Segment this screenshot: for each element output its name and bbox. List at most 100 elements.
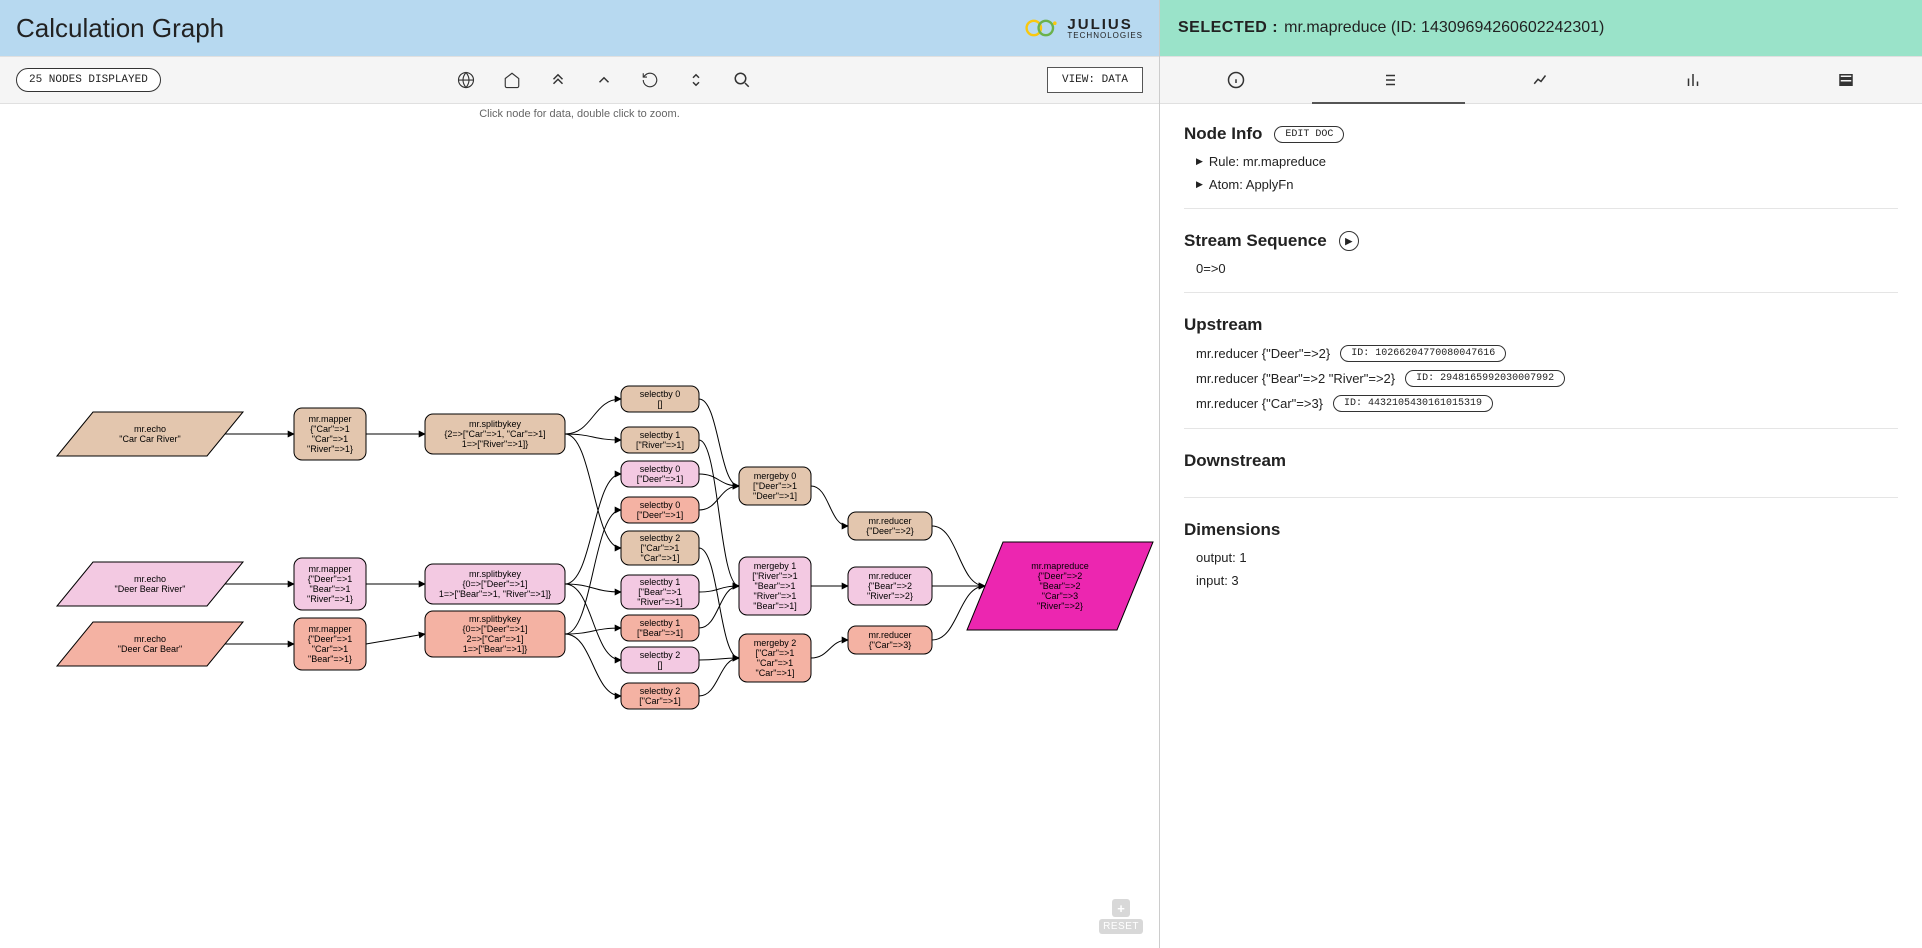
node-mapper-2[interactable]: mr.mapper{"Deer"=>1"Car"=>1"Bear"=>1}: [294, 618, 366, 670]
double-chevron-up-icon[interactable]: [549, 71, 567, 89]
node-select-4[interactable]: selectby 2["Car"=>1"Car"=>1]: [621, 531, 699, 565]
svg-text:mr.splitbykey: mr.splitbykey: [469, 614, 522, 624]
rule-row[interactable]: Rule: mr.mapreduce: [1196, 154, 1898, 169]
node-select-0[interactable]: selectby 0[]: [621, 386, 699, 412]
svg-text:"Car"=>1: "Car"=>1: [312, 644, 348, 654]
node-split-2[interactable]: mr.splitbykey{0=>["Deer"=>1]2=>["Car"=>1…: [425, 611, 565, 657]
svg-text:{"Deer"=>2}: {"Deer"=>2}: [866, 526, 913, 536]
node-merge-0[interactable]: mergeby 0["Deer"=>1"Deer"=>1]: [739, 467, 811, 505]
svg-text:"Bear"=>2: "Bear"=>2: [1040, 581, 1081, 591]
svg-text:["Car"=>1]: ["Car"=>1]: [639, 696, 680, 706]
svg-text:1=>["River"=>1]}: 1=>["River"=>1]}: [462, 439, 528, 449]
upstream-label: mr.reducer {"Deer"=>2}: [1196, 346, 1330, 361]
line-chart-icon: [1532, 71, 1550, 89]
node-echo-2[interactable]: mr.echo"Deer Car Bear": [57, 622, 243, 666]
node-reducer-2[interactable]: mr.reducer{"Car"=>3}: [848, 626, 932, 654]
svg-text:mr.reducer: mr.reducer: [868, 516, 911, 526]
svg-text:"River"=>1: "River"=>1: [754, 591, 797, 601]
svg-text:"River"=>2}: "River"=>2}: [1037, 601, 1083, 611]
node-mapper-1[interactable]: mr.mapper{"Deer"=>1"Bear"=>1"River"=>1}: [294, 558, 366, 610]
svg-text:["Deer"=>1: ["Deer"=>1: [753, 481, 797, 491]
tab-bar[interactable]: [1617, 57, 1769, 103]
svg-text:"River"=>2}: "River"=>2}: [867, 591, 913, 601]
globe-icon[interactable]: [457, 71, 475, 89]
logo-text-sub: TECHNOLOGIES: [1067, 32, 1143, 40]
svg-text:selectby 0: selectby 0: [640, 389, 681, 399]
svg-text:mergeby 2: mergeby 2: [754, 638, 797, 648]
svg-text:"Car"=>3: "Car"=>3: [1042, 591, 1078, 601]
play-button[interactable]: ▶: [1339, 231, 1359, 251]
node-mapreduce-final[interactable]: mr.mapreduce{"Deer"=>2"Bear"=>2"Car"=>3"…: [967, 542, 1153, 630]
svg-text:selectby 1: selectby 1: [640, 577, 681, 587]
node-merge-2[interactable]: mergeby 2["Car"=>1"Car"=>1"Car"=>1]: [739, 634, 811, 682]
svg-text:mr.reducer: mr.reducer: [868, 630, 911, 640]
svg-text:{"Deer"=>1: {"Deer"=>1: [308, 634, 352, 644]
node-reducer-1[interactable]: mr.reducer{"Bear"=>2"River"=>2}: [848, 567, 932, 605]
svg-text:"Car"=>1: "Car"=>1: [312, 434, 348, 444]
node-echo-0[interactable]: mr.echo"Car Car River": [57, 412, 243, 456]
node-select-7[interactable]: selectby 2[]: [621, 647, 699, 673]
dim-output: output: 1: [1196, 550, 1898, 565]
search-icon[interactable]: [733, 71, 751, 89]
logo-icon: [1023, 17, 1059, 39]
svg-text:{"Car"=>3}: {"Car"=>3}: [869, 640, 911, 650]
reset-button[interactable]: RESET: [1099, 919, 1143, 934]
svg-text:selectby 0: selectby 0: [640, 500, 681, 510]
svg-text:"Bear"=>1]: "Bear"=>1]: [753, 601, 796, 611]
svg-text:["River"=>1: ["River"=>1: [752, 571, 797, 581]
updown-icon[interactable]: [687, 71, 705, 89]
stream-value: 0=>0: [1196, 261, 1898, 276]
node-select-8[interactable]: selectby 2["Car"=>1]: [621, 683, 699, 709]
downstream-title: Downstream: [1184, 451, 1286, 471]
upstream-id-pill[interactable]: ID: 10266204770080047616: [1340, 345, 1506, 362]
svg-text:selectby 1: selectby 1: [640, 430, 681, 440]
node-select-3[interactable]: selectby 0["Deer"=>1]: [621, 497, 699, 523]
svg-text:{0=>["Deer"=>1]: {0=>["Deer"=>1]: [463, 624, 528, 634]
svg-text:mergeby 1: mergeby 1: [754, 561, 797, 571]
node-select-6[interactable]: selectby 1["Bear"=>1]: [621, 615, 699, 641]
dimensions-panel: Dimensions output: 1 input: 3: [1184, 520, 1898, 604]
node-merge-1[interactable]: mergeby 1["River"=>1"Bear"=>1"River"=>1"…: [739, 557, 811, 615]
node-split-0[interactable]: mr.splitbykey{2=>["Car"=>1, "Car"=>1]1=>…: [425, 414, 565, 454]
graph-canvas[interactable]: mr.echo"Car Car River" mr.echo"Deer Bear …: [0, 124, 1159, 948]
node-mapper-0[interactable]: mr.mapper{"Car"=>1"Car"=>1"River"=>1}: [294, 408, 366, 460]
svg-text:"Car Car River": "Car Car River": [119, 434, 180, 444]
stream-panel: Stream Sequence ▶ 0=>0: [1184, 231, 1898, 293]
left-header: Calculation Graph JULIUS TECHNOLOGIES: [0, 0, 1159, 56]
svg-text:1=>["Bear"=>1]}: 1=>["Bear"=>1]}: [463, 644, 527, 654]
svg-text:"Bear"=>1: "Bear"=>1: [755, 581, 796, 591]
svg-text:"Car"=>1]: "Car"=>1]: [641, 553, 680, 563]
svg-text:["Bear"=>1]: ["Bear"=>1]: [637, 628, 683, 638]
tab-chart[interactable]: [1465, 57, 1617, 103]
node-info-title: Node Info: [1184, 124, 1262, 144]
atom-row[interactable]: Atom: ApplyFn: [1196, 177, 1898, 192]
upstream-id-pill[interactable]: ID: 2948165992030007992: [1405, 370, 1565, 387]
node-select-1[interactable]: selectby 1["River"=>1]: [621, 427, 699, 453]
svg-text:["Car"=>1: ["Car"=>1: [641, 543, 680, 553]
tab-rows[interactable]: [1770, 57, 1922, 103]
refresh-icon[interactable]: [641, 71, 659, 89]
tab-list[interactable]: [1312, 57, 1464, 103]
node-reducer-0[interactable]: mr.reducer{"Deer"=>2}: [848, 512, 932, 540]
home-icon[interactable]: [503, 71, 521, 89]
upstream-id-pill[interactable]: ID: 4432105430161015319: [1333, 395, 1493, 412]
svg-text:2=>["Car"=>1]: 2=>["Car"=>1]: [467, 634, 524, 644]
selected-value: mr.mapreduce (ID: 14309694260602242301): [1284, 19, 1604, 37]
chevron-up-icon[interactable]: [595, 71, 613, 89]
svg-text:["Deer"=>1]: ["Deer"=>1]: [637, 474, 683, 484]
svg-text:"Deer"=>1]: "Deer"=>1]: [753, 491, 797, 501]
node-split-1[interactable]: mr.splitbykey{0=>["Deer"=>1]1=>["Bear"=>…: [425, 564, 565, 604]
nodes-displayed-pill[interactable]: 25 NODES DISPLAYED: [16, 68, 161, 92]
bar-chart-icon: [1684, 71, 1702, 89]
zoom-in-button[interactable]: +: [1112, 899, 1130, 917]
tab-info[interactable]: [1160, 57, 1312, 103]
node-select-2[interactable]: selectby 0["Deer"=>1]: [621, 461, 699, 487]
svg-text:{2=>["Car"=>1, "Car"=>1]: {2=>["Car"=>1, "Car"=>1]: [444, 429, 545, 439]
view-mode-button[interactable]: VIEW: DATA: [1047, 67, 1143, 93]
upstream-label: mr.reducer {"Car"=>3}: [1196, 396, 1323, 411]
node-echo-1[interactable]: mr.echo"Deer Bear River": [57, 562, 243, 606]
edit-doc-button[interactable]: EDIT DOC: [1274, 126, 1344, 143]
svg-text:"River"=>1]: "River"=>1]: [637, 597, 682, 607]
svg-text:mr.echo: mr.echo: [134, 424, 166, 434]
node-select-5[interactable]: selectby 1["Bear"=>1"River"=>1]: [621, 575, 699, 609]
